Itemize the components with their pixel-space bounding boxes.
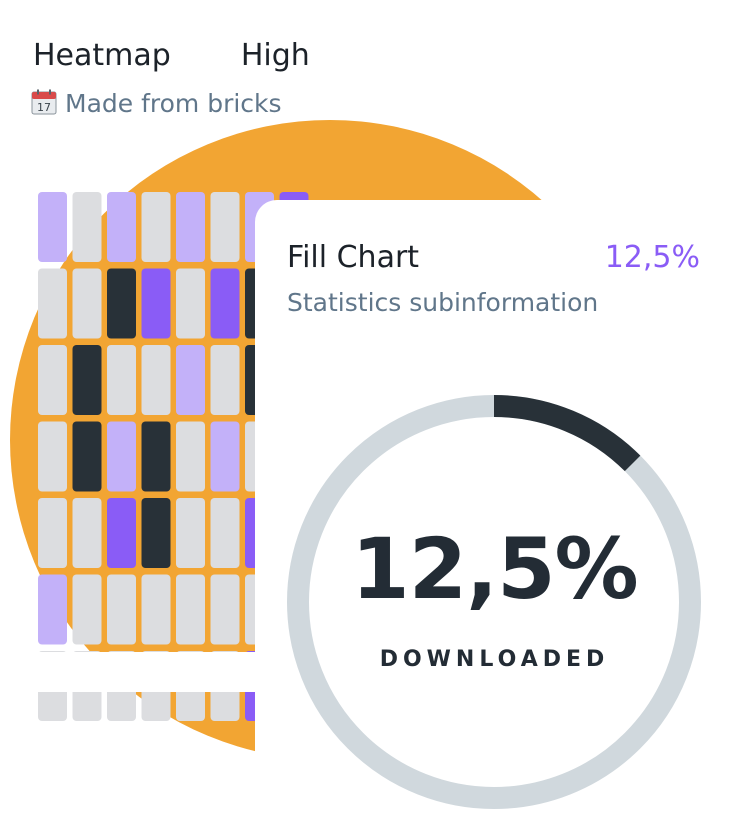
heatmap-cell-r2-c3: [141, 345, 171, 415]
heatmap-cell-r4-c1: [72, 498, 102, 568]
heatmap-cell-r5-c5: [210, 574, 240, 645]
heatmap-cell-r1-c3: [141, 268, 171, 339]
heatmap-cell-r1-c5: [210, 268, 240, 339]
heatmap-cell-r0-c1: [72, 192, 102, 262]
donut-center-label: DOWNLOADED: [379, 647, 610, 672]
heatmap-cell-r0-c2: [107, 192, 136, 262]
heatmap-cell-r3-c3: [141, 421, 171, 492]
heatmap-cell-r4-c5: [210, 498, 240, 568]
heatmap-cell-r2-c0: [38, 345, 67, 415]
fill-chart-value: 12,5%: [604, 240, 700, 275]
fill-chart-card: Fill Chart 12,5% Statistics subinformati…: [255, 200, 734, 840]
heatmap-cell-r0-c3: [141, 192, 171, 262]
heatmap-cell-r2-c4: [176, 345, 205, 415]
fill-chart-title: Fill Chart: [287, 240, 420, 275]
donut-center-value: 12,5%: [351, 520, 638, 618]
heatmap-cell-r2-c1: [72, 345, 102, 415]
fill-chart-subtitle: Statistics subinformation: [287, 288, 599, 317]
heatmap-cell-r4-c0: [38, 498, 67, 568]
heatmap-cell-r0-c0: [38, 192, 67, 262]
heatmap-cell-r1-c1: [72, 268, 102, 339]
chart-canvas: Heatmap High 17 Made from bricks Fill Cha…: [0, 0, 734, 840]
heatmap-cell-r3-c5: [210, 421, 240, 492]
heatmap-cell-r0-c4: [176, 192, 205, 262]
heatmap-cell-r3-c0: [38, 421, 67, 492]
heatmap-cell-r1-c2: [107, 268, 136, 339]
heatmap-cell-r0-c5: [210, 192, 240, 262]
heatmap-cell-r5-c1: [72, 574, 102, 645]
heatmap-cell-r5-c4: [176, 574, 205, 645]
heatmap-cell-r3-c4: [176, 421, 205, 492]
donut-fill-segment: [493, 395, 641, 472]
heatmap-cell-r1-c0: [38, 268, 67, 339]
heatmap-cell-r5-c0: [38, 574, 67, 645]
heatmap-cell-r5-c3: [141, 574, 171, 645]
heatmap-cell-r4-c3: [141, 498, 171, 568]
heatmap-cell-r1-c4: [176, 268, 205, 339]
heatmap-cell-r3-c2: [107, 421, 136, 492]
heatmap-cell-r5-c2: [107, 574, 136, 645]
heatmap-cell-r3-c1: [72, 421, 102, 492]
heatmap-cell-r4-c2: [107, 498, 136, 568]
heatmap-cell-r4-c4: [176, 498, 205, 568]
heatmap-cell-r2-c5: [210, 345, 240, 415]
heatmap-cell-r2-c2: [107, 345, 136, 415]
